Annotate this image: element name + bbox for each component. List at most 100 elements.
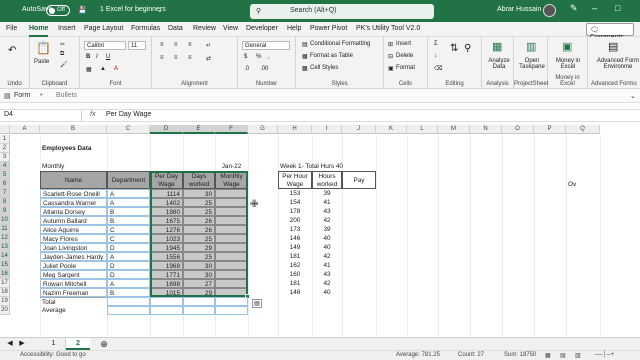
accessibility-status[interactable]: Accessibility: Good to go	[20, 352, 86, 358]
employee-department[interactable]: A	[107, 189, 150, 198]
employee-name[interactable]: Rowan Mitchell	[40, 279, 107, 288]
quick-analysis-icon[interactable]: ▤	[252, 299, 262, 308]
delete-cells-button[interactable]: Delete	[396, 53, 413, 59]
hours-worked-cell[interactable]: 40	[312, 234, 342, 243]
per-hour-wage-cell[interactable]: 153	[278, 189, 312, 198]
days-worked-cell[interactable]: 25	[183, 207, 215, 216]
taskpane-icon[interactable]: ▥	[526, 40, 536, 53]
row-header-4[interactable]: 4	[0, 162, 10, 171]
monthly-wage-cell[interactable]	[215, 225, 248, 234]
tab-insert[interactable]: Insert	[58, 25, 76, 32]
average-label[interactable]: Average	[40, 306, 107, 315]
hours-worked-cell[interactable]: 39	[312, 189, 342, 198]
per-day-wage-cell[interactable]: 1698	[150, 279, 183, 288]
undo-icon[interactable]: ↶	[8, 45, 16, 56]
tab-page-layout[interactable]: Page Layout	[84, 25, 123, 32]
increase-decimal-icon[interactable]: .0	[244, 66, 249, 72]
average-cell-d[interactable]	[150, 306, 183, 315]
align-bottom-icon[interactable]: ≡	[188, 42, 192, 48]
format-painter-icon[interactable]: 🖌	[60, 61, 68, 68]
employee-department[interactable]: D	[107, 243, 150, 252]
autosave-toggle[interactable]: Off	[46, 5, 70, 16]
per-day-wage-cell[interactable]: 1771	[150, 270, 183, 279]
tab-file[interactable]: File	[6, 25, 17, 32]
row-header-12[interactable]: 12	[0, 234, 10, 243]
hours-worked-cell[interactable]: 40	[312, 288, 342, 297]
employee-department[interactable]: A	[107, 252, 150, 261]
select-all-corner[interactable]	[0, 125, 10, 134]
average-cell-c[interactable]	[107, 306, 150, 315]
search-input[interactable]: ⚲ Search (Alt+Q)	[250, 4, 434, 19]
fill-icon[interactable]: ↓	[434, 53, 437, 59]
tab-power-pivot[interactable]: Power Pivot	[310, 25, 347, 32]
month-label[interactable]: Jan-22	[215, 162, 248, 171]
prev-sheet-icon[interactable]: ◀	[4, 338, 16, 350]
next-sheet-icon[interactable]: ▶	[16, 338, 28, 350]
monthly-wage-cell[interactable]	[215, 207, 248, 216]
row-header-15[interactable]: 15	[0, 261, 10, 270]
header-days-worked[interactable]: Days worked	[183, 171, 215, 189]
header-hours-worked[interactable]: Hours worked	[312, 171, 342, 189]
column-header-f[interactable]: F	[215, 125, 248, 134]
insert-cells-button[interactable]: Insert	[396, 41, 411, 47]
total-cell-f[interactable]	[215, 297, 248, 306]
page-layout-view-icon[interactable]: ▤	[560, 352, 566, 359]
find-select-icon[interactable]: ⚲	[464, 43, 471, 54]
column-header-n[interactable]: N	[470, 125, 502, 134]
bold-icon[interactable]: B	[86, 54, 90, 60]
column-header-g[interactable]: G	[248, 125, 278, 134]
hours-worked-cell[interactable]: 41	[312, 198, 342, 207]
column-header-i[interactable]: I	[312, 125, 342, 134]
header-pay[interactable]: Pay	[342, 171, 376, 189]
employee-name[interactable]: Meg Sargent	[40, 270, 107, 279]
font-color-icon[interactable]: A	[114, 66, 118, 72]
total-cell-d[interactable]	[150, 297, 183, 306]
column-header-m[interactable]: M	[438, 125, 470, 134]
days-worked-cell[interactable]: 30	[183, 270, 215, 279]
row-header-8[interactable]: 8	[0, 198, 10, 207]
employee-name[interactable]: Atlanta Dorsey	[40, 207, 107, 216]
employee-department[interactable]: B	[107, 207, 150, 216]
sort-filter-icon[interactable]: ⇅	[450, 43, 458, 54]
hours-worked-cell[interactable]: 43	[312, 207, 342, 216]
hours-worked-cell[interactable]: 39	[312, 225, 342, 234]
monthly-wage-cell[interactable]	[215, 189, 248, 198]
chevron-down-icon[interactable]: ⌄	[157, 6, 163, 14]
autosum-icon[interactable]: Σ	[434, 41, 438, 47]
fill-color-icon[interactable]: ▲	[100, 66, 106, 72]
form-button[interactable]: Form	[14, 92, 30, 99]
monthly-wage-cell[interactable]	[215, 270, 248, 279]
employee-name[interactable]: Alice Aguirre	[40, 225, 107, 234]
row-header-2[interactable]: 2	[0, 144, 10, 153]
monthly-label[interactable]: Monthly	[40, 162, 107, 171]
week-title[interactable]: Week 1- Total Hurs 40	[278, 162, 376, 171]
monthly-wage-cell[interactable]	[215, 198, 248, 207]
row-header-7[interactable]: 7	[0, 189, 10, 198]
avatar[interactable]	[543, 4, 556, 17]
wrap-text-icon[interactable]: ↵	[206, 42, 211, 49]
borders-icon[interactable]: ▦	[86, 66, 92, 73]
pen-icon[interactable]: ✎	[570, 3, 578, 14]
cut-icon[interactable]: ✂	[60, 41, 65, 48]
paste-icon[interactable]: 📋	[36, 41, 51, 55]
align-middle-icon[interactable]: ≡	[174, 42, 178, 48]
per-day-wage-cell[interactable]: 1276	[150, 225, 183, 234]
column-header-k[interactable]: K	[376, 125, 407, 134]
row-header-9[interactable]: 9	[0, 207, 10, 216]
column-header-d[interactable]: D	[150, 125, 183, 134]
format-cells-button[interactable]: Format	[396, 65, 415, 71]
monthly-wage-cell[interactable]	[215, 279, 248, 288]
column-header-j[interactable]: J	[342, 125, 376, 134]
per-day-wage-cell[interactable]: 1114	[150, 189, 183, 198]
analyze-data-icon[interactable]: ▦	[492, 40, 502, 53]
sheet-title[interactable]: Employees Data	[40, 144, 150, 153]
employee-name[interactable]: Juliet Poole	[40, 261, 107, 270]
employee-department[interactable]: D	[107, 261, 150, 270]
fx-icon[interactable]: fx	[90, 111, 95, 118]
zoom-slider[interactable]: –─│─+	[595, 352, 614, 358]
row-header-16[interactable]: 16	[0, 270, 10, 279]
underline-icon[interactable]: U	[106, 54, 110, 60]
total-cell-e[interactable]	[183, 297, 215, 306]
per-hour-wage-cell[interactable]: 162	[278, 261, 312, 270]
open-taskpane-button[interactable]: Open Taskpane	[518, 58, 546, 70]
